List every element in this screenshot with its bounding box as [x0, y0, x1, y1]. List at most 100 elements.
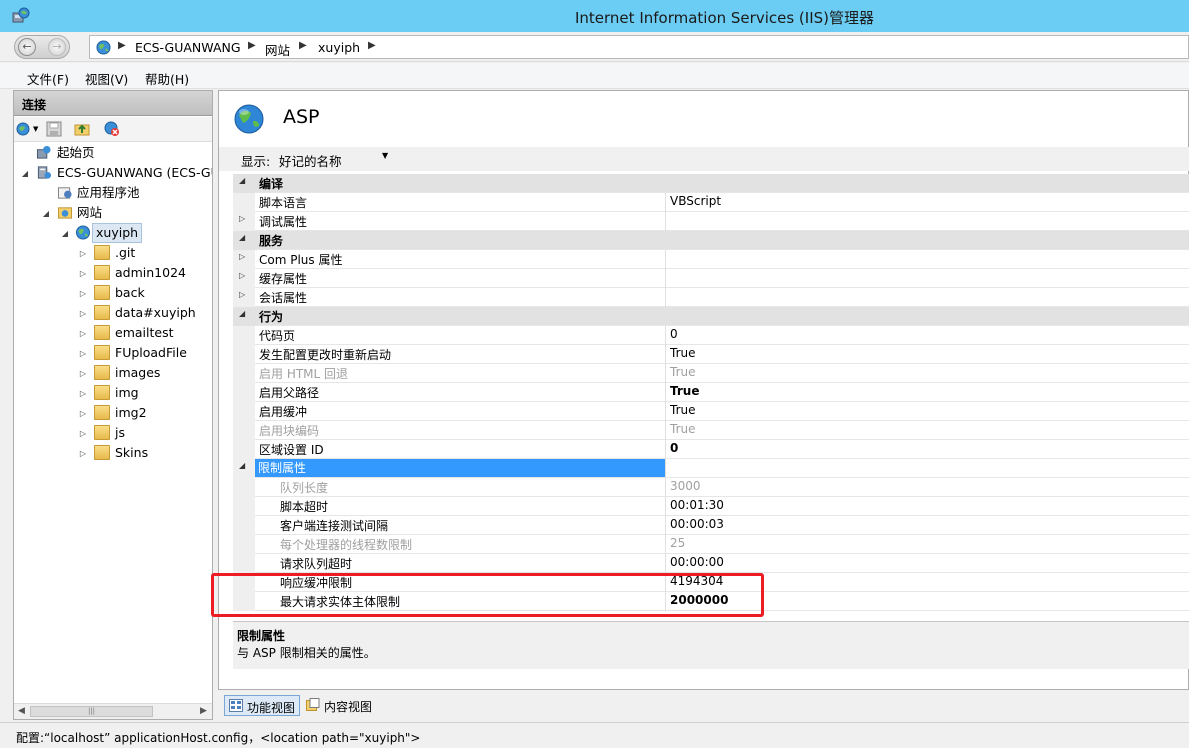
expand-icon[interactable]: ▷: [78, 245, 88, 263]
property-row[interactable]: 启用块编码 True: [233, 421, 1189, 440]
breadcrumb-sites[interactable]: 网站: [265, 40, 290, 59]
expand-icon[interactable]: ▷: [239, 252, 245, 261]
property-row[interactable]: 脚本语言 VBScript: [233, 193, 1189, 212]
tree-item-folder[interactable]: ▷ admin1024: [14, 263, 212, 283]
property-value[interactable]: True: [670, 403, 696, 417]
property-row[interactable]: 请求队列超时 00:00:00: [233, 554, 1189, 573]
property-row[interactable]: 每个处理器的线程数限制 25: [233, 535, 1189, 554]
expand-icon[interactable]: ▷: [78, 445, 88, 463]
grid-category[interactable]: ◢ 服务: [233, 231, 1189, 250]
grid-category[interactable]: ◢ 编译: [233, 174, 1189, 193]
property-value[interactable]: 0: [670, 441, 678, 455]
column-divider: [665, 459, 666, 478]
grid-category[interactable]: ◢ 行为: [233, 307, 1189, 326]
tree-item-folder[interactable]: ▷ data#xuyiph: [14, 303, 212, 323]
property-row[interactable]: 区域设置 ID 0: [233, 440, 1189, 459]
collapse-icon[interactable]: ◢: [239, 461, 245, 470]
expand-icon[interactable]: ▷: [239, 271, 245, 280]
tree-item-folder[interactable]: ▷ js: [14, 423, 212, 443]
property-value[interactable]: 4194304: [670, 574, 723, 588]
tree-item-folder[interactable]: ▷ img: [14, 383, 212, 403]
connect-globe-icon[interactable]: [16, 121, 32, 137]
dropdown-arrow-icon[interactable]: ▼: [382, 151, 388, 160]
tree-item-folder[interactable]: ▷ back: [14, 283, 212, 303]
property-value[interactable]: 2000000: [670, 593, 728, 607]
tree-item-folder[interactable]: ▷ FUploadFile: [14, 343, 212, 363]
property-value[interactable]: 00:00:03: [670, 517, 724, 531]
property-value[interactable]: 00:01:30: [670, 498, 724, 512]
collapse-icon[interactable]: ◢: [20, 165, 30, 183]
grid-gutter: ◢: [233, 231, 255, 250]
property-row[interactable]: 最大请求实体主体限制 2000000: [233, 592, 1189, 611]
tab-content-view[interactable]: 内容视图: [302, 695, 376, 716]
property-value[interactable]: True: [670, 384, 699, 398]
save-icon[interactable]: [46, 121, 62, 137]
property-row[interactable]: 响应缓冲限制 4194304: [233, 573, 1189, 592]
tree-item-site-xuyiph[interactable]: ◢ xuyiph: [14, 223, 212, 243]
disconnect-icon[interactable]: [104, 121, 120, 137]
tab-features-view[interactable]: 功能视图: [224, 695, 301, 716]
property-row[interactable]: ▷ 会话属性: [233, 288, 1189, 307]
expand-icon[interactable]: ▷: [239, 290, 245, 299]
menu-view[interactable]: 视图(V): [85, 69, 128, 88]
expand-icon[interactable]: ▷: [239, 214, 245, 223]
breadcrumb-server[interactable]: ECS-GUANWANG: [135, 40, 241, 55]
forward-button[interactable]: →: [48, 38, 66, 56]
breadcrumb-site[interactable]: xuyiph: [318, 40, 360, 55]
expand-icon[interactable]: ▷: [78, 325, 88, 343]
property-name: 脚本超时: [280, 500, 329, 514]
property-row[interactable]: ▷ Com Plus 属性: [233, 250, 1189, 269]
property-value[interactable]: True: [670, 365, 696, 379]
property-value[interactable]: 25: [670, 536, 685, 550]
tree-item-start-page[interactable]: 起始页: [14, 143, 212, 163]
tree-item-folder[interactable]: ▷ images: [14, 363, 212, 383]
tree-item-folder[interactable]: ▷ emailtest: [14, 323, 212, 343]
collapse-icon[interactable]: ◢: [239, 233, 245, 242]
scroll-left-icon[interactable]: ◀: [18, 706, 25, 716]
collapse-icon[interactable]: ◢: [239, 309, 245, 318]
address-bar[interactable]: ▶ ECS-GUANWANG ▶ 网站 ▶ xuyiph ▶: [89, 35, 1189, 59]
property-value[interactable]: True: [670, 422, 696, 436]
scroll-right-icon[interactable]: ▶: [200, 706, 207, 716]
display-select[interactable]: 好记的名称: [279, 149, 394, 169]
tree-item-folder[interactable]: ▷ Skins: [14, 443, 212, 463]
property-row-selected[interactable]: ◢ 限制属性: [233, 459, 1189, 478]
expand-icon[interactable]: ▷: [78, 305, 88, 323]
expand-icon[interactable]: ▷: [78, 365, 88, 383]
property-value[interactable]: 3000: [670, 479, 701, 493]
property-row[interactable]: 代码页 0: [233, 326, 1189, 345]
property-value[interactable]: True: [670, 346, 696, 360]
tree-item-sites[interactable]: ◢ 网站: [14, 203, 212, 223]
expand-icon[interactable]: ▷: [78, 385, 88, 403]
property-row[interactable]: 发生配置更改时重新启动 True: [233, 345, 1189, 364]
expand-icon[interactable]: ▷: [78, 345, 88, 363]
menu-help[interactable]: 帮助(H): [145, 69, 189, 88]
property-row[interactable]: 启用缓冲 True: [233, 402, 1189, 421]
up-folder-icon[interactable]: [74, 121, 90, 137]
property-row[interactable]: ▷ 调试属性: [233, 212, 1189, 231]
property-row[interactable]: 启用父路径 True: [233, 383, 1189, 402]
expand-icon[interactable]: ▷: [78, 265, 88, 283]
property-value[interactable]: VBScript: [670, 194, 721, 208]
menu-file[interactable]: 文件(F): [27, 69, 69, 88]
property-value[interactable]: 00:00:00: [670, 555, 724, 569]
property-row[interactable]: 队列长度 3000: [233, 478, 1189, 497]
property-row[interactable]: ▷ 缓存属性: [233, 269, 1189, 288]
collapse-icon[interactable]: ◢: [239, 176, 245, 185]
collapse-icon[interactable]: ◢: [60, 225, 70, 243]
expand-icon[interactable]: ▷: [78, 425, 88, 443]
property-row[interactable]: 启用 HTML 回退 True: [233, 364, 1189, 383]
tree-item-folder[interactable]: ▷ img2: [14, 403, 212, 423]
tree-item-server[interactable]: ◢ ECS-GUANWANG (ECS-GU: [14, 163, 212, 183]
scroll-thumb[interactable]: |||: [30, 706, 153, 717]
tree-item-app-pools[interactable]: 应用程序池: [14, 183, 212, 203]
expand-icon[interactable]: ▷: [78, 405, 88, 423]
collapse-icon[interactable]: ◢: [41, 205, 51, 223]
property-row[interactable]: 脚本超时 00:01:30: [233, 497, 1189, 516]
property-value[interactable]: 0: [670, 327, 678, 341]
tree-item-folder[interactable]: ▷ .git: [14, 243, 212, 263]
expand-icon[interactable]: ▷: [78, 285, 88, 303]
property-row[interactable]: 客户端连接测试间隔 00:00:03: [233, 516, 1189, 535]
horizontal-scrollbar[interactable]: ◀ ||| ▶: [14, 703, 212, 719]
back-button[interactable]: ←: [18, 38, 36, 56]
